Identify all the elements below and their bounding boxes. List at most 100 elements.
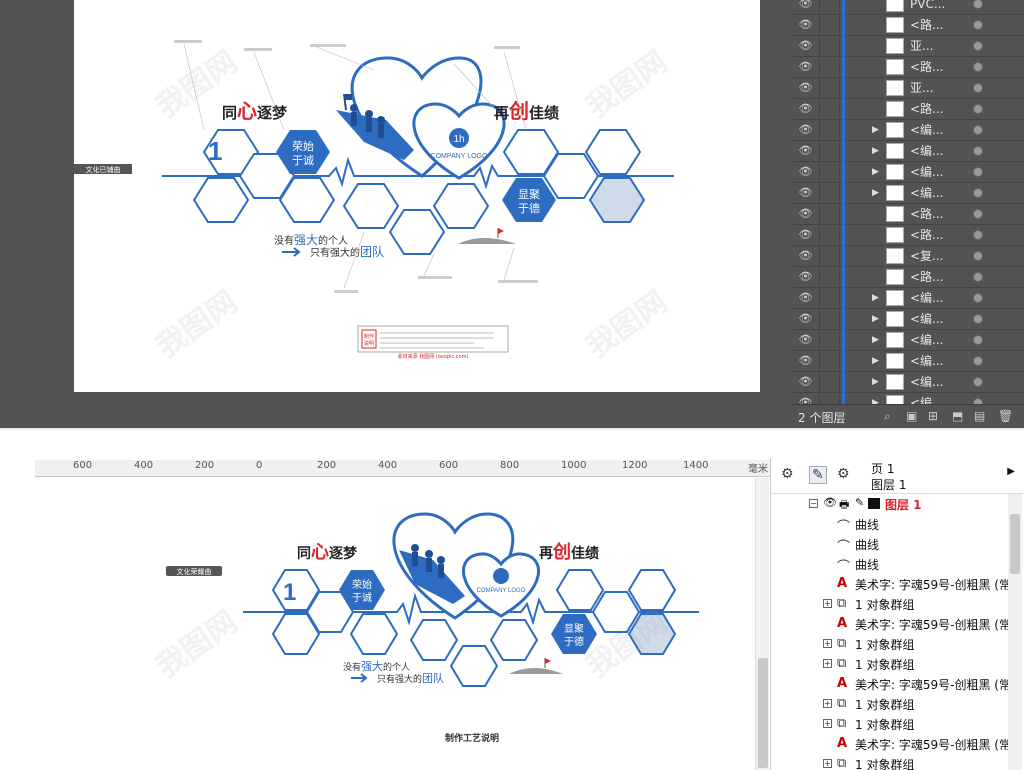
lock-toggle[interactable] — [820, 15, 840, 35]
eye-icon[interactable]: 👁 — [792, 162, 820, 182]
trash-icon[interactable]: 🗑 — [998, 409, 1013, 423]
eye-icon[interactable]: 👁 — [792, 78, 820, 98]
layer-row[interactable]: 👁 亚... — [792, 36, 1024, 57]
eye-icon[interactable]: 👁 — [792, 225, 820, 245]
eye-icon[interactable]: 👁 — [792, 0, 820, 14]
target-icon[interactable] — [973, 20, 983, 30]
expand-arrow-icon[interactable]: ▶ — [872, 372, 879, 392]
expand-arrow-icon[interactable]: ▶ — [872, 162, 879, 182]
target-icon[interactable] — [973, 167, 983, 177]
expand-arrow-icon[interactable]: ▶ — [872, 330, 879, 350]
target-icon[interactable] — [973, 356, 983, 366]
target-icon[interactable] — [973, 293, 983, 303]
object-tree-item[interactable]: A 美术字: 字魂59号-创粗黑 (常 — [779, 734, 1011, 754]
target-icon[interactable] — [973, 230, 983, 240]
layer-row[interactable]: 👁 <路... — [792, 204, 1024, 225]
lock-toggle[interactable] — [820, 330, 840, 350]
layer-row[interactable]: 👁 ▶ <编... — [792, 141, 1024, 162]
layer-row[interactable]: 👁 ▶ <编... — [792, 288, 1024, 309]
layer-row[interactable]: 👁 ▶ <编... — [792, 162, 1024, 183]
eye-icon[interactable]: 👁 — [792, 330, 820, 350]
target-icon[interactable] — [973, 314, 983, 324]
lock-toggle[interactable] — [820, 372, 840, 392]
expand-arrow-icon[interactable]: ▶ — [872, 288, 879, 308]
object-tree-item[interactable]: A 美术字: 字魂59号-创粗黑 (常 — [779, 614, 1011, 634]
target-icon[interactable] — [973, 272, 983, 282]
layer-row[interactable]: 👁 ▶ <编... — [792, 351, 1024, 372]
lock-toggle[interactable] — [820, 78, 840, 98]
object-tree-item[interactable]: A 美术字: 字魂59号-创粗黑 (常 — [779, 674, 1011, 694]
clip-mask-icon[interactable]: ⊞ — [928, 409, 938, 423]
layer-row[interactable]: 👁 PVC... — [792, 0, 1024, 15]
target-icon[interactable] — [973, 188, 983, 198]
target-icon[interactable] — [973, 104, 983, 114]
lock-toggle[interactable] — [820, 0, 840, 14]
layer-row[interactable]: 👁 <路... — [792, 57, 1024, 78]
eye-icon[interactable]: 👁 — [792, 57, 820, 77]
printer-icon[interactable]: 🖶 — [839, 496, 849, 515]
lock-toggle[interactable] — [820, 246, 840, 266]
collapse-icon[interactable]: − — [809, 499, 818, 508]
eye-icon[interactable]: 👁 — [792, 204, 820, 224]
layer-row[interactable]: 👁 <复... — [792, 246, 1024, 267]
lock-toggle[interactable] — [820, 99, 840, 119]
expand-icon[interactable]: + — [823, 699, 832, 708]
eye-icon[interactable]: 👁 — [823, 496, 837, 509]
eye-icon[interactable]: 👁 — [792, 36, 820, 56]
target-icon[interactable] — [973, 335, 983, 345]
lock-toggle[interactable] — [820, 288, 840, 308]
object-tree-item[interactable]: + ⧉ 1 对象群组 — [779, 594, 1011, 614]
layer-row[interactable]: 👁 <路... — [792, 99, 1024, 120]
show-properties-icon[interactable]: ⚙ — [781, 466, 794, 482]
layer-row[interactable]: 👁 亚... — [792, 78, 1024, 99]
target-icon[interactable] — [973, 0, 983, 9]
object-tree-item[interactable]: ⌒ 曲线 — [779, 534, 1011, 555]
layer-row[interactable]: 👁 ▶ <编... — [792, 309, 1024, 330]
edit-across-layers-icon[interactable]: ✎ — [809, 466, 827, 484]
layer-row[interactable]: 👁 <路... — [792, 225, 1024, 246]
eye-icon[interactable]: 👁 — [792, 15, 820, 35]
target-icon[interactable] — [973, 209, 983, 219]
new-layer-icon[interactable]: ▤ — [974, 409, 985, 423]
object-tree-item[interactable]: + ⧉ 1 对象群组 — [779, 634, 1011, 654]
expand-icon[interactable]: + — [823, 719, 832, 728]
lock-toggle[interactable] — [820, 204, 840, 224]
target-icon[interactable] — [973, 377, 983, 387]
layer-node[interactable]: − 👁 🖶 ✎ 图层 1 — [779, 494, 1011, 514]
lock-toggle[interactable] — [820, 183, 840, 203]
lock-toggle[interactable] — [820, 225, 840, 245]
expand-arrow-icon[interactable]: ▶ — [872, 351, 879, 371]
object-tree-item[interactable]: + ⧉ 1 对象群组 — [779, 654, 1011, 674]
layer-row[interactable]: 👁 ▶ <编... — [792, 183, 1024, 204]
eye-icon[interactable]: 👁 — [792, 267, 820, 287]
layer-row[interactable]: 👁 ▶ <编... — [792, 120, 1024, 141]
eye-icon[interactable]: 👁 — [792, 309, 820, 329]
eye-icon[interactable]: 👁 — [792, 99, 820, 119]
lock-toggle[interactable] — [820, 141, 840, 161]
eye-icon[interactable]: 👁 — [792, 288, 820, 308]
layer-manager-view-icon[interactable]: ⚙ — [837, 466, 850, 482]
target-icon[interactable] — [973, 251, 983, 261]
expand-icon[interactable]: + — [823, 659, 832, 668]
collect-icon[interactable]: ▣ — [906, 409, 917, 423]
object-manager-scrollbar[interactable] — [1008, 494, 1022, 770]
horizontal-ruler[interactable]: 毫米 600 400 200 0 200 400 600 800 1000 1200 1400 — [35, 460, 770, 477]
eye-icon[interactable]: 👁 — [792, 246, 820, 266]
lock-toggle[interactable] — [820, 57, 840, 77]
object-tree-item[interactable]: + ⧉ 1 对象群组 — [779, 714, 1011, 734]
expand-icon[interactable]: + — [823, 639, 832, 648]
eye-icon[interactable]: 👁 — [792, 120, 820, 140]
pencil-icon[interactable]: ✎ — [855, 496, 864, 509]
cdr-canvas[interactable]: COMPANY LOGO 同心逐梦 再创佳绩 荣始 于诚 显聚 于德 1 没有强… — [35, 478, 770, 770]
object-tree-item[interactable]: A 美术字: 字魂59号-创粗黑 (常 — [779, 574, 1011, 594]
lock-toggle[interactable] — [820, 267, 840, 287]
target-icon[interactable] — [973, 125, 983, 135]
object-tree-item[interactable]: ⌒ 曲线 — [779, 554, 1011, 575]
new-sublayer-icon[interactable]: ⬒ — [952, 409, 963, 423]
eye-icon[interactable]: 👁 — [792, 183, 820, 203]
ai-artboard[interactable]: 1h COMPANY LOGO 同心逐梦 再创佳绩 荣始 于诚 显聚 于德 1 … — [74, 0, 760, 392]
lock-toggle[interactable] — [820, 36, 840, 56]
expand-arrow-icon[interactable]: ▶ — [872, 309, 879, 329]
lock-toggle[interactable] — [820, 162, 840, 182]
expand-arrow-icon[interactable]: ▶ — [872, 141, 879, 161]
